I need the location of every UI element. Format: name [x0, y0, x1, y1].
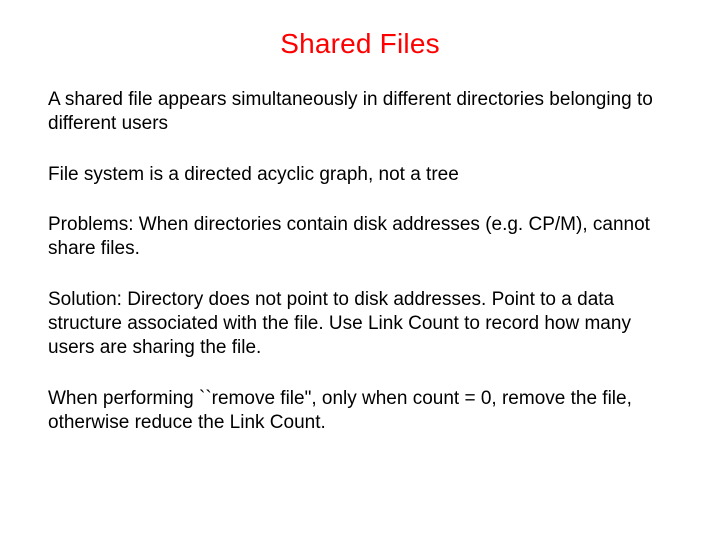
paragraph-1: A shared file appears simultaneously in … — [48, 88, 672, 137]
paragraph-4: Solution: Directory does not point to di… — [48, 288, 672, 361]
slide-container: Shared Files A shared file appears simul… — [0, 0, 720, 540]
paragraph-3: Problems: When directories contain disk … — [48, 213, 672, 262]
paragraph-2: File system is a directed acyclic graph,… — [48, 163, 672, 187]
paragraph-5: When performing ``remove file", only whe… — [48, 387, 672, 436]
page-title: Shared Files — [48, 28, 672, 60]
